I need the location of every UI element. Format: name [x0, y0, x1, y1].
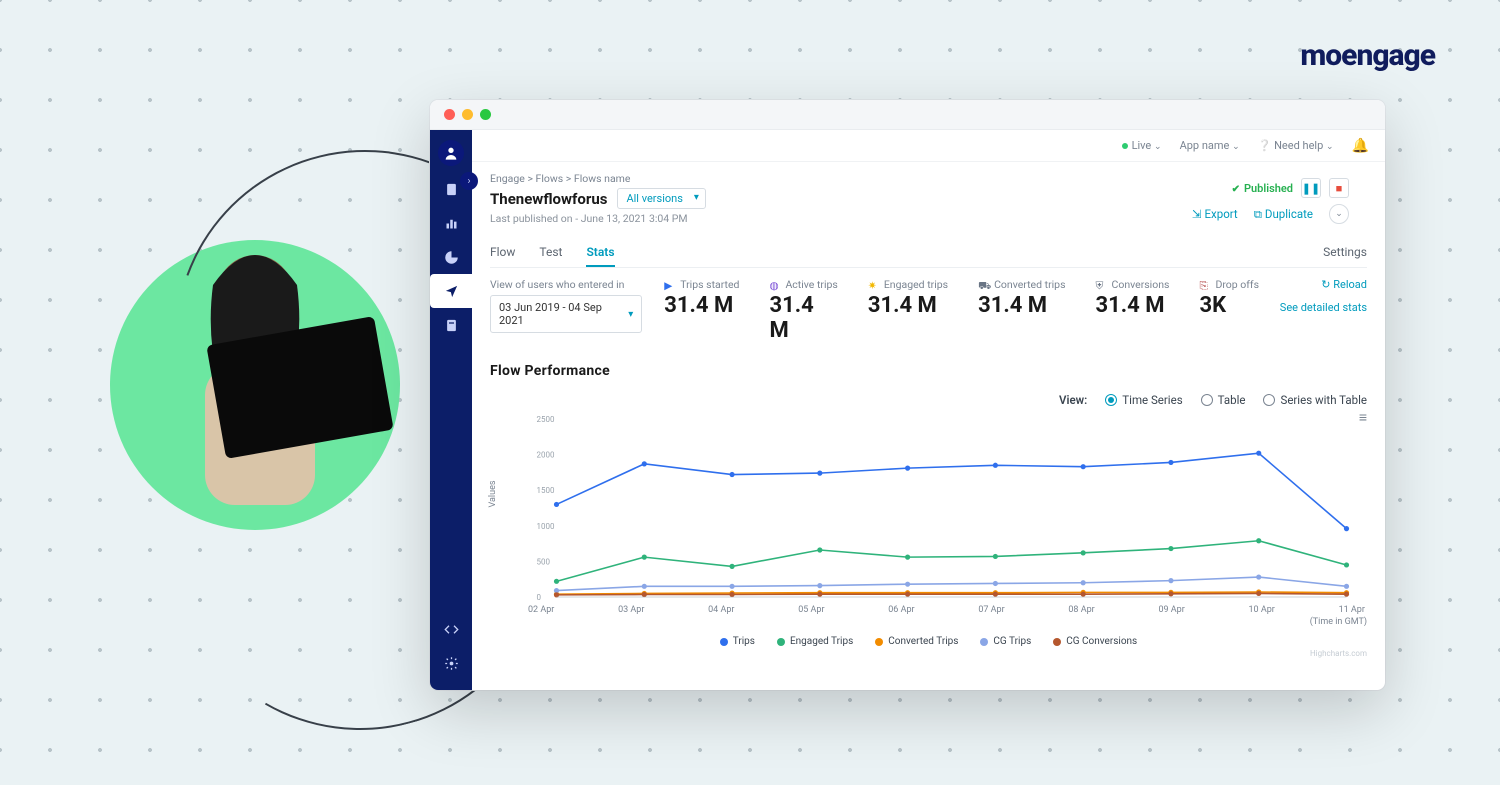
kpi-active-trips: ◍Active trips31.4 M	[769, 278, 837, 343]
hero-illustration	[110, 230, 420, 540]
page-title: Thenewflowforus	[490, 190, 607, 208]
chart-title: Flow Performance	[490, 363, 1367, 379]
tabs: Flow Test Stats Settings	[490, 239, 1367, 268]
chart-x-tick: 04 Apr	[708, 605, 734, 615]
sidebar-item-content[interactable]	[430, 308, 472, 342]
view-mode-series-table[interactable]: Series with Table	[1263, 393, 1367, 407]
legend-item-engaged-trips[interactable]: Engaged Trips	[777, 636, 853, 647]
stop-button[interactable]: ■	[1329, 178, 1349, 198]
page-header: Engage > Flows > Flows name Thenewflowfo…	[490, 172, 1367, 225]
help-menu[interactable]: ❔ Need help ⌄	[1258, 139, 1334, 152]
legend-item-cg-trips[interactable]: CG Trips	[980, 636, 1031, 647]
view-mode-table[interactable]: Table	[1201, 393, 1246, 407]
svg-text:1500: 1500	[537, 486, 555, 495]
kpi-drop-offs: ⎘Drop offs3K	[1199, 278, 1259, 343]
date-range-label: View of users who entered in	[490, 278, 642, 291]
view-mode-label: View:	[1059, 393, 1087, 407]
maximize-window-button[interactable]	[480, 109, 491, 120]
chart-y-axis-label: Values	[488, 480, 498, 507]
sidebar-item-engage[interactable]	[430, 274, 472, 308]
close-window-button[interactable]	[444, 109, 455, 120]
sidebar-nav: ›	[430, 130, 472, 690]
sidebar-item-dev[interactable]	[430, 612, 472, 646]
minimize-window-button[interactable]	[462, 109, 473, 120]
notifications-icon[interactable]: 🔔	[1352, 138, 1369, 154]
chart-plot: 0 500 1000 1500 2000 2500	[526, 413, 1367, 603]
chart-x-tick: 03 Apr	[618, 605, 644, 615]
export-button[interactable]: ⇲Export	[1192, 207, 1238, 221]
kpi-converted-trips: ⛟Converted trips31.4 M	[978, 278, 1065, 343]
app-window: › Live ⌄ App name ⌄ ❔ Need help ⌄ 🔔 Enga…	[430, 100, 1385, 690]
legend-item-cg-conversions[interactable]: CG Conversions	[1053, 636, 1137, 647]
kpi-conversions: ⛨Conversions31.4 M	[1096, 278, 1170, 343]
app-switcher[interactable]: App name ⌄	[1180, 139, 1240, 152]
chart-x-tick: 06 Apr	[888, 605, 914, 615]
svg-text:1000: 1000	[537, 522, 555, 531]
view-mode-time-series[interactable]: Time Series	[1105, 393, 1182, 407]
version-dropdown[interactable]: All versions	[617, 188, 705, 209]
sidebar-item-settings[interactable]	[430, 646, 472, 680]
legend-item-converted-trips[interactable]: Converted Trips	[875, 636, 958, 647]
svg-text:500: 500	[537, 557, 551, 566]
chart-x-tick: 07 Apr	[978, 605, 1004, 615]
chart-x-tick: 05 Apr	[798, 605, 824, 615]
chart-x-tick: 11 Apr	[1339, 605, 1365, 615]
sidebar-item-segments[interactable]	[430, 240, 472, 274]
kpi-trips-started: ▶Trips started31.4 M	[664, 278, 739, 343]
chart-attribution: Highcharts.com	[490, 649, 1367, 658]
more-actions-button[interactable]: ⌄	[1329, 204, 1349, 224]
sidebar-item-analytics[interactable]	[430, 206, 472, 240]
pause-button[interactable]: ❚❚	[1301, 178, 1321, 198]
svg-text:2500: 2500	[537, 415, 555, 424]
see-detailed-stats-link[interactable]: See detailed stats	[1267, 301, 1367, 314]
topbar: Live ⌄ App name ⌄ ❔ Need help ⌄ 🔔	[472, 130, 1385, 162]
date-range-dropdown[interactable]: 03 Jun 2019 - 04 Sep 2021▾	[490, 295, 642, 333]
tab-settings[interactable]: Settings	[1323, 239, 1367, 267]
chart-x-tick: 08 Apr	[1068, 605, 1094, 615]
svg-text:2000: 2000	[537, 451, 555, 460]
kpi-engaged-trips: ✷Engaged trips31.4 M	[868, 278, 948, 343]
legend-item-trips[interactable]: Trips	[720, 636, 755, 647]
svg-text:0: 0	[537, 593, 542, 602]
duplicate-button[interactable]: ⧉Duplicate	[1254, 207, 1313, 222]
tab-test[interactable]: Test	[539, 239, 562, 267]
chart-x-axis-note: (Time in GMT)	[526, 617, 1367, 627]
tab-flow[interactable]: Flow	[490, 239, 515, 267]
env-indicator[interactable]: Live ⌄	[1122, 139, 1162, 152]
chart-x-tick: 09 Apr	[1158, 605, 1184, 615]
brand-logo: moengage	[1300, 38, 1435, 73]
tab-stats[interactable]: Stats	[586, 239, 614, 267]
chart-x-tick: 02 Apr	[528, 605, 554, 615]
sidebar-expand-icon[interactable]: ›	[460, 172, 478, 190]
user-avatar[interactable]	[438, 140, 464, 166]
window-titlebar	[430, 100, 1385, 130]
chart-x-tick: 10 Apr	[1249, 605, 1275, 615]
status-badge: Published	[1232, 182, 1293, 195]
reload-button[interactable]: Reload	[1267, 278, 1367, 291]
